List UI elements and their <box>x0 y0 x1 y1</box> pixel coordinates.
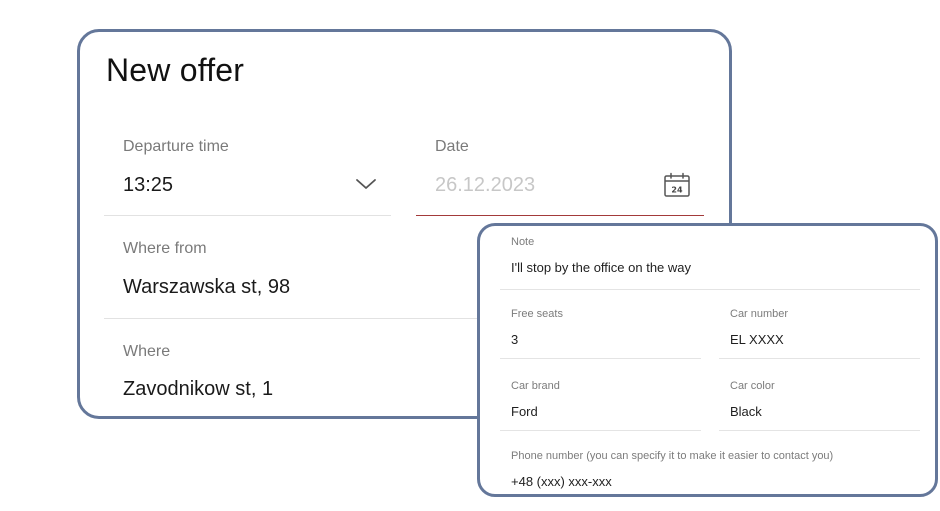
phone-number-label: Phone number (you can specify it to make… <box>511 450 834 462</box>
note-value: I'll stop by the office on the way <box>511 260 692 275</box>
where-from-value: Warszawska st, 98 <box>123 276 291 298</box>
car-color-field[interactable]: Car color Black <box>719 380 920 431</box>
screen: New offer Departure time 13:25 Date 26.1… <box>0 0 940 511</box>
where-to-value: Zavodnikow st, 1 <box>123 378 274 400</box>
car-color-label: Car color <box>730 380 775 392</box>
car-number-field[interactable]: Car number EL XXXX <box>719 308 920 359</box>
offer-details-card: Note I'll stop by the office on the way … <box>477 223 938 497</box>
free-seats-underline <box>500 358 701 359</box>
car-brand-field[interactable]: Car brand Ford <box>500 380 701 431</box>
where-to-label: Where <box>123 343 171 360</box>
car-number-underline <box>719 358 920 359</box>
free-seats-label: Free seats <box>511 308 563 320</box>
chevron-down-icon[interactable] <box>355 176 377 192</box>
departure-time-select[interactable]: Departure time 13:25 <box>104 132 391 216</box>
note-field[interactable]: Note I'll stop by the office on the way <box>500 236 920 290</box>
date-placeholder: 26.12.2023 <box>435 174 536 196</box>
page-title: New offer <box>106 52 245 88</box>
phone-number-value: +48 (xxx) xxx-xxx <box>511 474 612 489</box>
car-brand-label: Car brand <box>511 380 560 392</box>
date-underline <box>416 214 704 216</box>
note-label: Note <box>511 236 535 248</box>
free-seats-field[interactable]: Free seats 3 <box>500 308 701 359</box>
phone-number-field[interactable]: Phone number (you can specify it to make… <box>500 450 920 490</box>
date-label: Date <box>435 138 469 155</box>
note-underline <box>500 289 920 290</box>
departure-time-underline <box>104 215 391 216</box>
car-brand-underline <box>500 430 701 431</box>
calendar-icon[interactable]: 24 <box>663 172 691 198</box>
where-from-label: Where from <box>123 240 207 257</box>
car-color-value: Black <box>730 404 762 419</box>
car-number-value: EL XXXX <box>730 332 784 347</box>
date-field[interactable]: Date 26.12.2023 24 <box>416 132 704 216</box>
departure-time-label: Departure time <box>123 138 229 155</box>
car-number-label: Car number <box>730 308 789 320</box>
calendar-day-number: 24 <box>671 186 683 195</box>
free-seats-value: 3 <box>511 332 519 347</box>
car-color-underline <box>719 430 920 431</box>
car-brand-value: Ford <box>511 404 538 419</box>
departure-time-value: 13:25 <box>123 174 174 196</box>
